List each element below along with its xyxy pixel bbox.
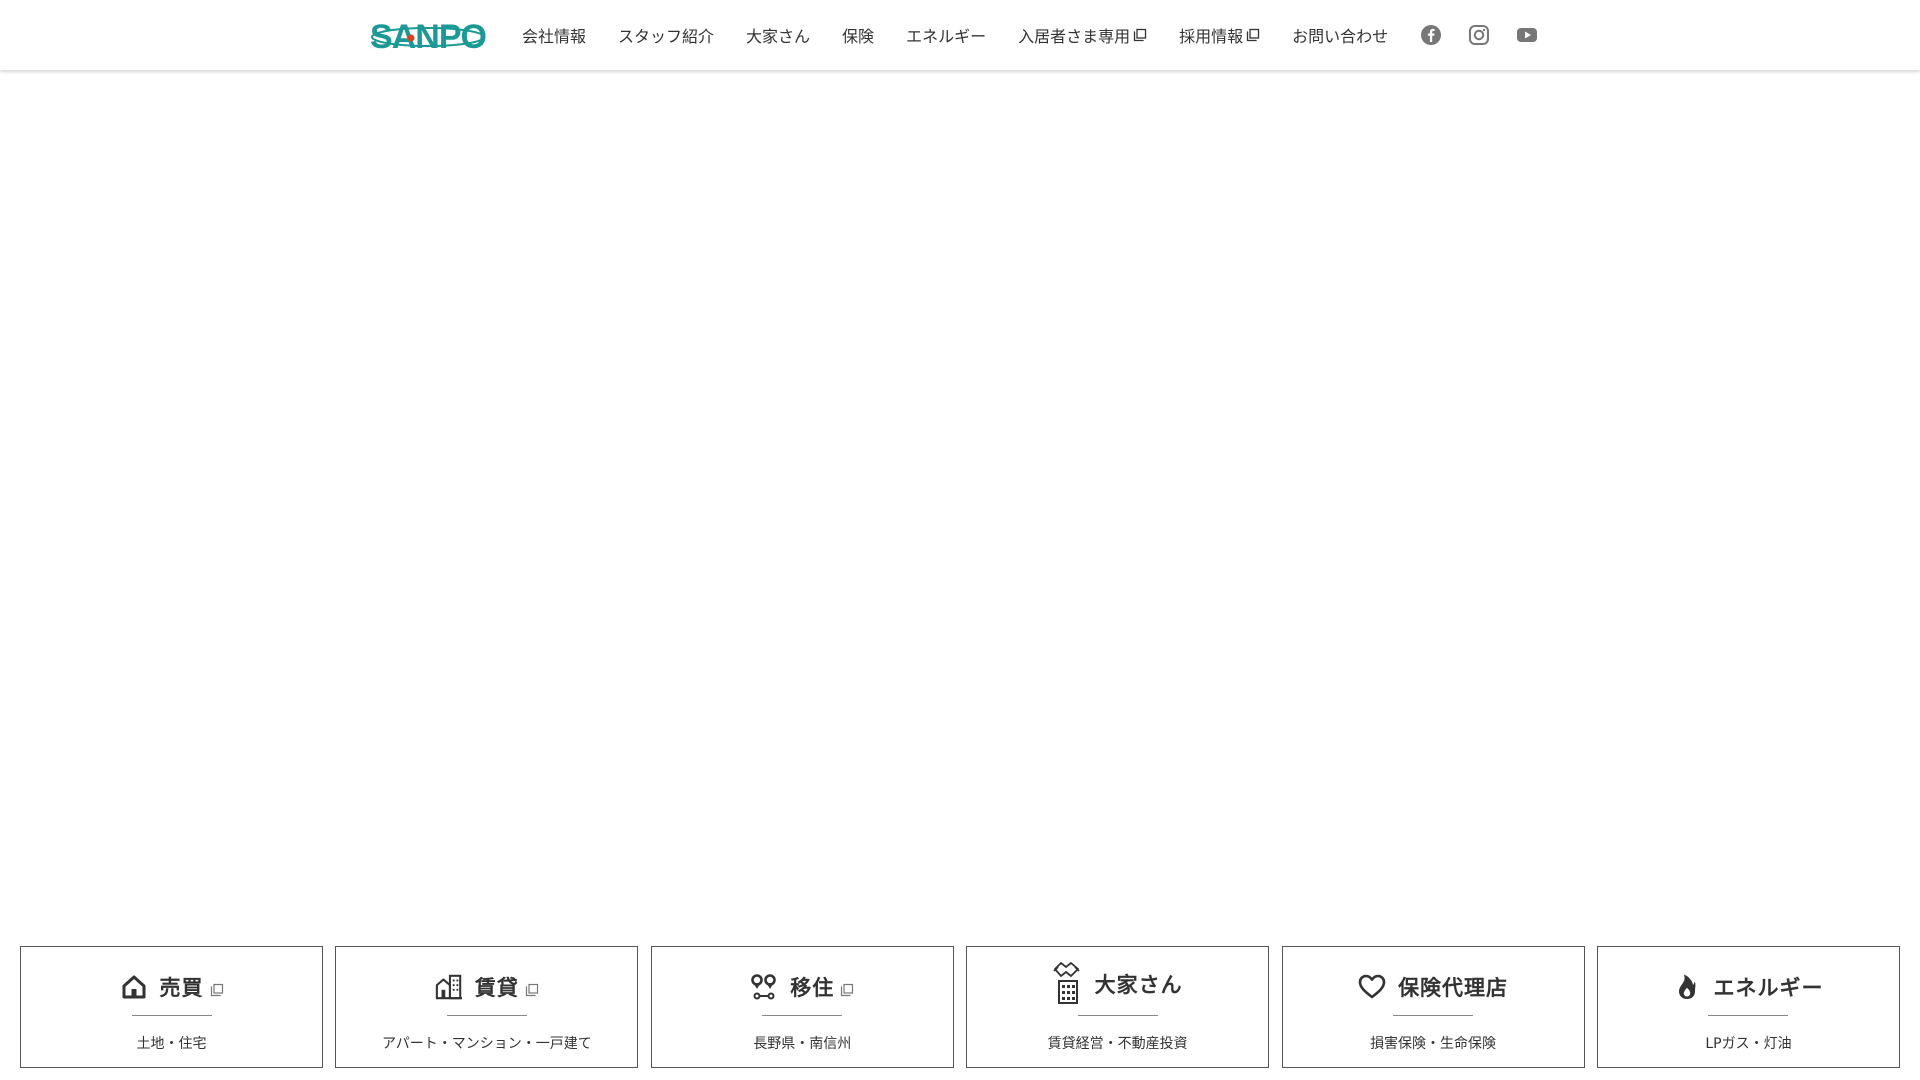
nav-label: お問い合わせ [1292,27,1389,46]
instagram-icon[interactable] [1468,24,1490,46]
card-title: 保険代理店 [1398,976,1509,1000]
card-relocation[interactable]: 移住 長野県・南信州 [650,946,954,1068]
external-link-icon [525,983,538,997]
card-head: 保険代理店 [1283,967,1584,1007]
house-icon [122,975,145,999]
facebook-icon[interactable] [1420,24,1442,46]
header-inner: SANPO 会社情報 スタッフ紹介 大家さん 保険 エネルギー 入居者さま専用 … [370,0,1564,70]
card-landlord[interactable]: 大家さん 賃貸経営・不動産投資 [966,946,1270,1068]
location-pins-icon [751,974,777,1000]
nav-landlord[interactable]: 大家さん [746,23,810,47]
nav-label: 会社情報 [522,27,587,46]
nav-energy[interactable]: エネルギー [906,23,986,47]
nav-label: 採用情報 [1179,27,1244,46]
card-title: 大家さん [1094,973,1183,997]
card-insurance-agency[interactable]: 保険代理店 損害保険・生命保険 [1281,946,1585,1068]
external-link-icon [841,983,854,997]
nav-company-info[interactable]: 会社情報 [522,23,586,47]
card-head: 売買 [21,967,322,1007]
card-subtitle: アパート・マンション・一戸建て [382,1036,592,1052]
flame-icon [1679,974,1696,999]
svg-text:SANPO: SANPO [370,18,486,56]
handshake-building-icon [1053,962,1080,1004]
nav-label: 保険 [842,27,875,46]
card-divider [1077,1015,1158,1016]
external-link-icon [1246,28,1260,42]
card-rental[interactable]: 賃貸 アパート・マンション・一戸建て [335,946,639,1068]
sanpo-logo[interactable]: SANPO [370,12,486,58]
nav-label: エネルギー [906,27,987,46]
nav-recruit[interactable]: 採用情報 [1179,23,1260,47]
card-sales[interactable]: 売買 土地・住宅 [20,946,323,1068]
nav-staff[interactable]: スタッフ紹介 [618,23,714,47]
heart-icon [1358,974,1386,999]
hero-area [0,70,1920,946]
apartment-building-icon [435,974,462,1000]
card-subtitle: LPガス・灯油 [1705,1036,1792,1052]
external-link-icon [210,983,223,997]
main-nav: 会社情報 スタッフ紹介 大家さん 保険 エネルギー 入居者さま専用 採用情報 お… [522,23,1420,47]
nav-label: スタッフ紹介 [618,27,715,46]
card-head: 賃貸 [336,967,637,1007]
card-divider [1708,1015,1789,1016]
card-head: エネルギー [1598,967,1899,1007]
card-divider [762,1015,843,1016]
card-subtitle: 長野県・南信州 [753,1036,852,1052]
card-head: 移住 [652,967,953,1007]
card-title: エネルギー [1713,976,1824,1000]
card-head: 大家さん [967,962,1268,1007]
service-cards: 売買 土地・住宅 賃貸 アパート・マンション・一戸建て 移住 長野県・南信州 大… [20,946,1900,1070]
nav-label: 入居者さま専用 [1018,27,1131,46]
external-link-icon [1133,28,1147,42]
site-header: SANPO 会社情報 スタッフ紹介 大家さん 保険 エネルギー 入居者さま専用 … [0,0,1920,70]
card-title: 移住 [790,976,835,1000]
social-links [1420,24,1564,46]
nav-label: 大家さん [746,27,811,46]
nav-contact[interactable]: お問い合わせ [1292,23,1388,47]
card-subtitle: 賃貸経営・不動産投資 [1047,1036,1188,1052]
youtube-icon[interactable] [1516,24,1538,46]
card-divider [131,1015,212,1016]
nav-tenants[interactable]: 入居者さま専用 [1018,23,1147,47]
card-title: 賃貸 [474,976,519,1000]
card-divider [1393,1015,1474,1016]
card-divider [446,1015,527,1016]
card-subtitle: 土地・住宅 [136,1036,207,1052]
card-subtitle: 損害保険・生命保険 [1370,1036,1497,1052]
nav-insurance[interactable]: 保険 [842,23,874,47]
card-title: 売買 [159,976,204,1000]
card-energy[interactable]: エネルギー LPガス・灯油 [1596,946,1900,1068]
